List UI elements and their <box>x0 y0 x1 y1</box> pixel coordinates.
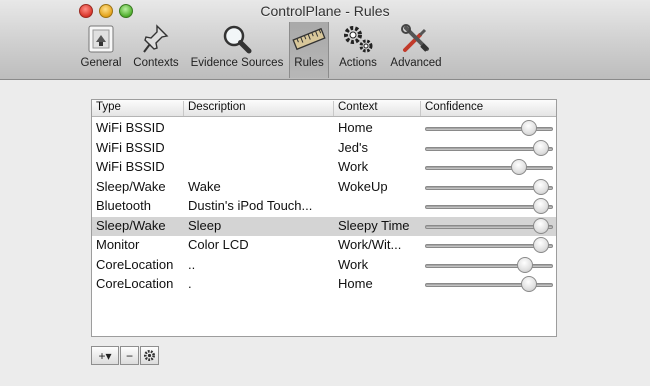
rule-description: Wake <box>188 178 221 194</box>
table-row[interactable]: Sleep/Wake Wake WokeUp <box>92 178 556 197</box>
tab-rules[interactable]: Rules <box>289 22 329 78</box>
rule-type: Monitor <box>96 237 140 252</box>
rule-description: Dustin's iPod Touch... <box>188 198 313 213</box>
table-row[interactable]: WiFi BSSID Home <box>92 119 556 138</box>
rule-context: Home <box>338 120 373 135</box>
tab-general-label: General <box>80 57 122 69</box>
title-bar: ControlPlane - Rules General Contexts Ev… <box>0 0 650 80</box>
rule-type: Sleep/Wake <box>96 217 166 233</box>
settings-gear-icon <box>144 350 155 361</box>
rule-type: Bluetooth <box>96 198 151 213</box>
confidence-slider-knob[interactable] <box>532 139 549 156</box>
confidence-slider[interactable] <box>425 236 553 255</box>
tab-actions-label: Actions <box>339 57 377 69</box>
rule-description: . <box>188 276 192 291</box>
window-title: ControlPlane - Rules <box>260 3 390 19</box>
tab-evidence-sources-label: Evidence Sources <box>190 57 284 69</box>
rule-context: Work <box>338 256 369 272</box>
rule-options-button[interactable] <box>140 346 159 365</box>
confidence-slider-knob[interactable] <box>532 178 549 195</box>
rule-description: Color LCD <box>188 237 249 252</box>
rule-context: WokeUp <box>338 178 388 194</box>
tab-advanced[interactable]: Advanced <box>386 22 446 78</box>
confidence-slider[interactable] <box>425 139 553 158</box>
confidence-slider[interactable] <box>425 178 553 197</box>
ruler-icon <box>292 27 326 51</box>
tab-evidence-sources[interactable]: Evidence Sources <box>188 22 286 78</box>
preferences-toolbar: General Contexts Evidence Sources Rules … <box>0 22 650 78</box>
confidence-slider-knob[interactable] <box>532 237 549 253</box>
table-row[interactable]: Monitor Color LCD Work/Wit... <box>92 236 556 255</box>
confidence-slider-knob[interactable] <box>532 217 549 234</box>
column-header-type[interactable]: Type <box>92 101 184 116</box>
confidence-slider-knob[interactable] <box>516 256 533 273</box>
table-row[interactable]: Sleep/Wake Sleep Sleepy Time <box>92 216 556 236</box>
table-row[interactable]: CoreLocation. Home <box>92 275 556 294</box>
column-header-confidence[interactable]: Confidence <box>421 101 558 116</box>
column-header-context[interactable]: Context <box>334 101 421 116</box>
tab-actions[interactable]: Actions <box>333 22 383 78</box>
remove-rule-button[interactable]: − <box>120 346 139 365</box>
table-row[interactable]: WiFi BSSID Work <box>92 158 556 177</box>
confidence-slider[interactable] <box>425 158 553 177</box>
confidence-slider-knob[interactable] <box>521 120 538 136</box>
table-row[interactable]: Bluetooth Dustin's iPod Touch... <box>92 197 556 216</box>
rule-context: Work/Wit... <box>338 237 402 252</box>
tab-contexts-label: Contexts <box>133 57 179 69</box>
gears-icon <box>344 26 373 53</box>
rule-context: Work <box>338 159 369 174</box>
pushpin-icon <box>143 24 169 53</box>
rule-type: WiFi BSSID <box>96 139 165 155</box>
table-row[interactable]: CoreLocation.. Work <box>92 256 556 275</box>
rule-type: WiFi BSSID <box>96 120 165 135</box>
confidence-slider-track <box>425 166 553 170</box>
rule-type: CoreLocation <box>96 256 174 272</box>
rule-description: .. <box>188 256 196 272</box>
tab-advanced-label: Advanced <box>390 57 442 69</box>
add-rule-button[interactable]: +▾ <box>91 346 119 365</box>
tab-general[interactable]: General <box>77 22 125 78</box>
confidence-slider-knob[interactable] <box>511 159 528 175</box>
rule-context: Home <box>338 276 373 291</box>
preferences-window: ControlPlane - Rules General Contexts Ev… <box>0 0 650 386</box>
confidence-slider[interactable] <box>425 256 553 275</box>
rule-context: Jed's <box>338 139 368 155</box>
confidence-slider-knob[interactable] <box>532 198 549 214</box>
rule-description: Sleep <box>188 217 222 233</box>
confidence-slider[interactable] <box>425 119 553 138</box>
rule-type: WiFi BSSID <box>96 159 165 174</box>
tab-contexts[interactable]: Contexts <box>128 22 184 78</box>
table-header: Type Description Context Confidence <box>92 100 556 117</box>
magnifier-icon <box>223 25 252 54</box>
table-row[interactable]: WiFi BSSID Jed's <box>92 139 556 158</box>
rules-table[interactable]: Type Description Context Confidence WiFi… <box>91 99 557 337</box>
tab-rules-label: Rules <box>294 57 324 69</box>
confidence-slider-track <box>425 263 553 268</box>
confidence-slider-knob[interactable] <box>521 276 538 292</box>
confidence-slider[interactable] <box>425 197 553 216</box>
tools-icon <box>401 24 429 52</box>
confidence-slider[interactable] <box>425 275 553 294</box>
switch-icon <box>88 25 114 53</box>
rule-type: CoreLocation <box>96 276 174 291</box>
column-header-description[interactable]: Description <box>184 101 334 116</box>
rule-type: Sleep/Wake <box>96 178 166 194</box>
confidence-slider[interactable] <box>425 217 553 236</box>
rule-context: Sleepy Time <box>338 217 410 233</box>
